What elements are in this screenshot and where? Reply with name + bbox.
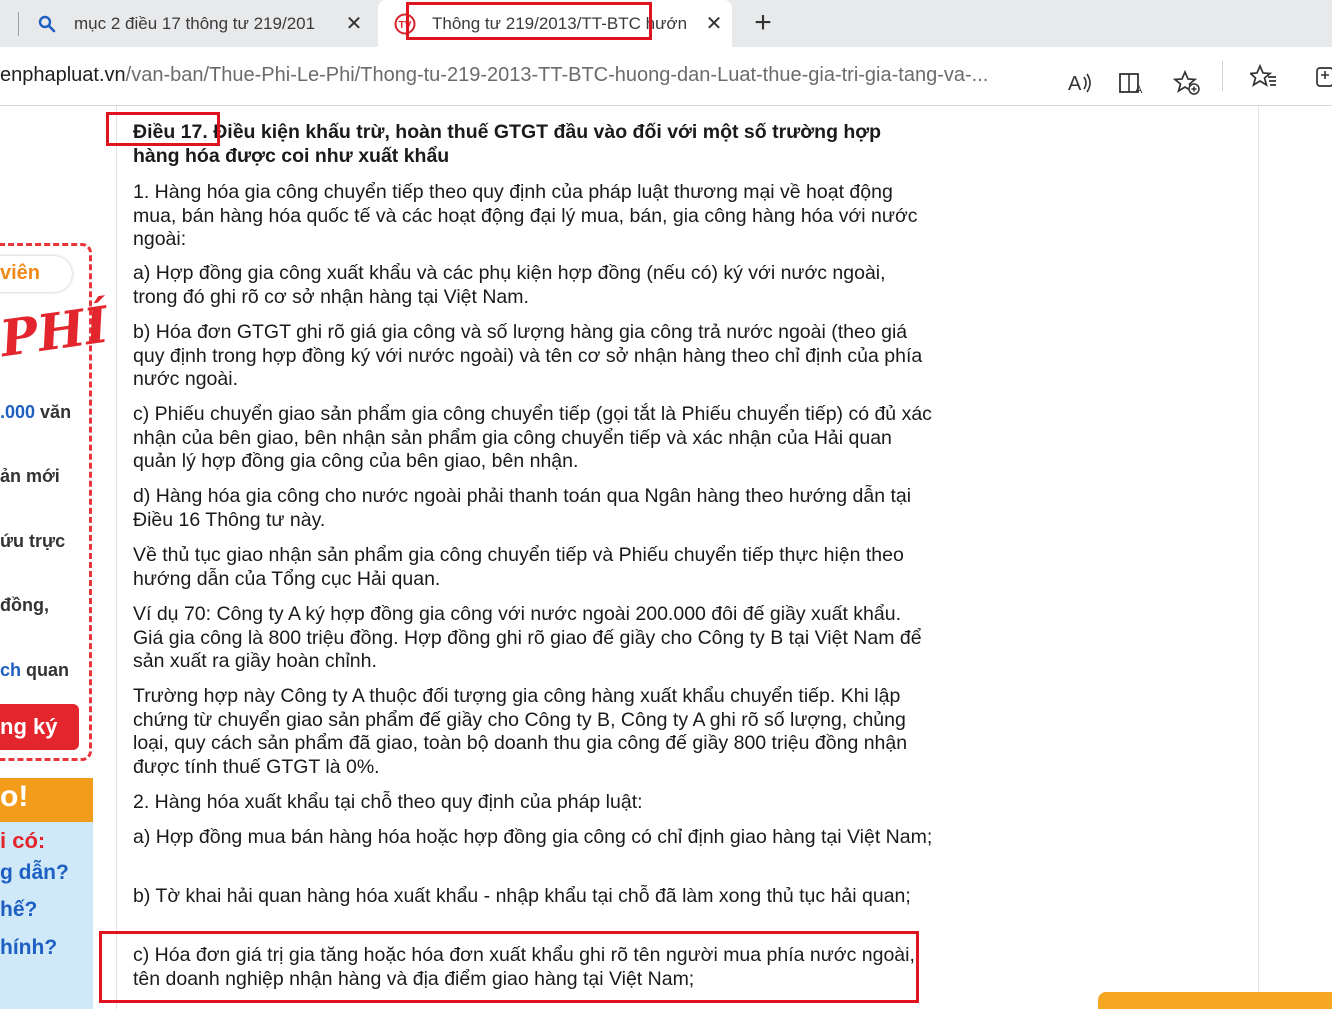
svg-text:A: A bbox=[1135, 84, 1143, 95]
article-title: Điều kiện khấu trừ, hoàn thuế GTGT đầu v… bbox=[133, 121, 882, 167]
search-icon bbox=[36, 13, 58, 35]
browser-toolbar: enphapluat.vn/van-ban/Thue-Phi-Le-Phi/Th… bbox=[0, 47, 1332, 106]
tab-search[interactable]: mục 2 điều 17 thông tư 219/201 ✕ bbox=[0, 0, 375, 47]
chat-widget[interactable] bbox=[1098, 992, 1332, 1009]
annotation-box-article-number bbox=[106, 112, 220, 146]
promo-text: ản mới bbox=[0, 466, 60, 486]
column-divider bbox=[1258, 106, 1259, 1009]
paragraph: 2. Hàng hóa xuất khẩu tại chỗ theo quy đ… bbox=[133, 791, 643, 813]
favorites-icon[interactable] bbox=[1250, 63, 1278, 91]
paragraph: d) Hàng hóa gia công cho nước ngoài phải… bbox=[133, 485, 912, 531]
close-tab-icon[interactable]: ✕ bbox=[704, 13, 724, 35]
paragraph: b) Tờ khai hải quan hàng hóa xuất khẩu -… bbox=[133, 885, 911, 907]
promo-box-text: i có: bbox=[0, 828, 46, 853]
promo-text: viên bbox=[0, 262, 41, 284]
paragraph: Trường hợp này Công ty A thuộc đối tượng… bbox=[133, 685, 908, 778]
promo-text: ứu trực bbox=[0, 531, 66, 551]
toolbar-divider bbox=[1222, 61, 1223, 91]
read-aloud-icon[interactable]: A bbox=[1066, 69, 1094, 97]
promo-box-title: o! bbox=[0, 780, 29, 813]
annotation-box-paragraph bbox=[99, 931, 919, 1003]
new-tab-icon[interactable]: + bbox=[748, 6, 778, 39]
paragraph: a) Hợp đồng mua bán hàng hóa hoặc hợp đồ… bbox=[133, 826, 933, 848]
promo-box-text: hính? bbox=[0, 936, 58, 959]
paragraph: Về thủ tục giao nhận sản phẩm gia công c… bbox=[133, 544, 904, 590]
article-heading: Điều 17. Điều kiện khấu trừ, hoàn thuế G… bbox=[133, 121, 933, 168]
paragraph: c) Phiếu chuyển giao sản phẩm gia công c… bbox=[133, 403, 932, 472]
paragraph: a) Hợp đồng gia công xuất khẩu và các ph… bbox=[133, 262, 886, 308]
tab-title: mục 2 điều 17 thông tư 219/201 bbox=[74, 13, 316, 33]
close-tab-icon[interactable]: ✕ bbox=[344, 13, 364, 35]
url-text: enphapluat.vn/van-ban/Thue-Phi-Le-Phi/Th… bbox=[0, 64, 989, 86]
register-button-label: ng ký bbox=[0, 714, 58, 739]
paragraph: b) Hóa đơn GTGT ghi rõ giá gia công và s… bbox=[133, 321, 923, 390]
paragraph: Ví dụ 70: Công ty A ký hợp đồng gia công… bbox=[133, 603, 922, 672]
address-bar[interactable]: enphapluat.vn/van-ban/Thue-Phi-Le-Phi/Th… bbox=[0, 53, 1222, 99]
svg-text:A: A bbox=[1068, 73, 1082, 95]
column-divider bbox=[116, 106, 117, 1009]
page-content: viên PHÍ .000 văn ản mới ứu trực đồng, c… bbox=[0, 106, 1332, 1009]
tab-strip: mục 2 điều 17 thông tư 219/201 ✕ TV Thôn… bbox=[0, 0, 1332, 47]
annotation-box-tab-title bbox=[406, 2, 652, 40]
promo-text: .000 văn bbox=[0, 402, 72, 422]
promo-box-text: hế? bbox=[0, 898, 38, 921]
paragraph: 1. Hàng hóa gia công chuyển tiếp theo qu… bbox=[133, 181, 918, 250]
immersive-reader-icon[interactable]: A bbox=[1118, 69, 1146, 97]
promo-text: ch quan bbox=[0, 660, 70, 680]
promo-box-text: g dẫn? bbox=[0, 861, 69, 884]
promo-text: đồng, bbox=[0, 595, 49, 615]
add-favorite-icon[interactable] bbox=[1173, 69, 1201, 97]
collections-icon[interactable] bbox=[1310, 63, 1332, 91]
